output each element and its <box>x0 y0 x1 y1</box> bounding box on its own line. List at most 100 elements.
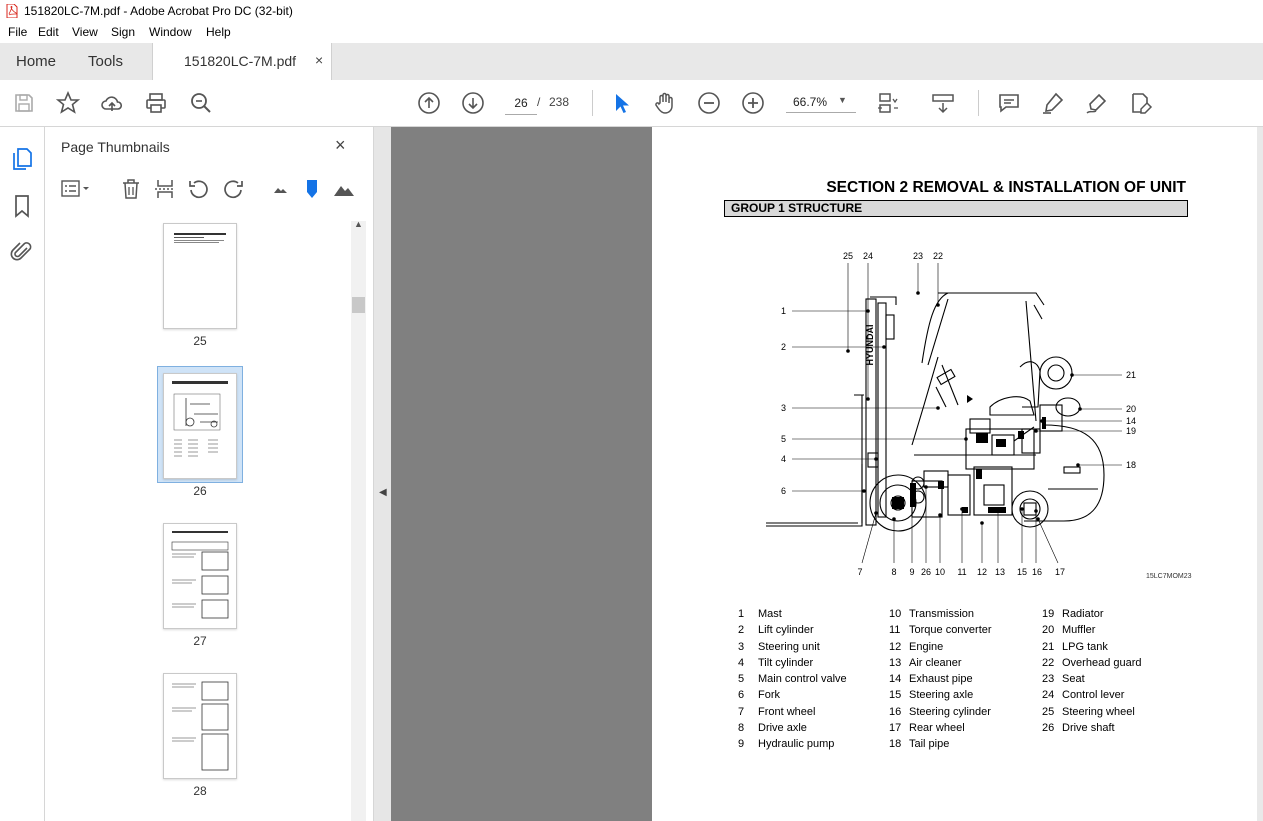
callout-label: 25 <box>843 251 853 261</box>
previous-page-icon[interactable] <box>417 91 441 115</box>
page-thumbnails-icon[interactable] <box>10 147 34 171</box>
section-title: SECTION 2 REMOVAL & INSTALLATION OF UNIT <box>826 179 1186 196</box>
diagram-brand-label: HYUNDAI <box>865 324 875 365</box>
list-item: 24 Control lever <box>1042 689 1125 702</box>
menu-bar: File Edit View Sign Window Help <box>0 22 1263 43</box>
extract-page-icon[interactable] <box>154 178 176 200</box>
zoom-in-icon[interactable] <box>741 91 765 115</box>
save-icon[interactable] <box>12 91 36 115</box>
thumbnail-page-25[interactable] <box>163 223 237 329</box>
list-item: 16 Steering cylinder <box>889 705 991 718</box>
page-fit-icon[interactable] <box>876 91 900 115</box>
parts-column-3: 19 Radiator 20 Muffler 21 LPG tank 22 Overhe… <box>1042 608 1192 738</box>
zoom-out-icon[interactable] <box>697 91 721 115</box>
menu-file[interactable]: File <box>8 25 27 39</box>
rotate-counterclockwise-icon[interactable] <box>188 178 210 200</box>
chevron-down-icon: ▼ <box>838 95 847 105</box>
menu-edit[interactable]: Edit <box>38 25 59 39</box>
list-item: 21 LPG tank <box>1042 640 1108 653</box>
hand-tool-icon[interactable] <box>653 91 677 115</box>
close-icon[interactable]: × <box>335 135 346 156</box>
list-item: 26 Drive shaft <box>1042 722 1115 735</box>
bookmark-icon[interactable] <box>10 194 34 218</box>
callout-label: 5 <box>781 434 786 444</box>
page-number-input[interactable] <box>505 92 537 115</box>
group-title: GROUP 1 STRUCTURE <box>731 201 863 215</box>
callout-label: 16 <box>1032 567 1042 577</box>
menu-sign[interactable]: Sign <box>111 25 135 39</box>
zoom-in-thumbnail-icon[interactable] <box>333 178 355 200</box>
thumbnails-panel: Page Thumbnails × 25 26 27 28 ▲ <box>45 127 374 821</box>
delete-page-icon[interactable] <box>120 178 142 200</box>
sign-pen-icon[interactable] <box>1085 91 1109 115</box>
list-item: 10 Transmission <box>889 608 974 620</box>
list-item: 23 Seat <box>1042 673 1085 686</box>
zoom-dropdown[interactable]: 66.7% ▼ <box>786 92 856 113</box>
thumbnail-page-27[interactable] <box>163 523 237 629</box>
rotate-clockwise-icon[interactable] <box>222 178 244 200</box>
bookmark-star-icon[interactable] <box>55 90 81 115</box>
chevron-left-icon: ◀ <box>379 487 387 498</box>
tab-tools[interactable]: Tools <box>88 53 123 70</box>
panel-title: Page Thumbnails <box>61 139 170 155</box>
callout-label: 1 <box>781 306 786 316</box>
forklift-structure-diagram: HYUNDAI 25 24 23 22 1 2 3 5 4 6 21 20 14… <box>766 251 1136 577</box>
scrolling-mode-icon[interactable] <box>931 91 955 115</box>
toolbar: / 238 66.7% ▼ <box>0 80 1263 127</box>
list-item: 18 Tail pipe <box>889 738 950 751</box>
menu-window[interactable]: Window <box>149 25 192 39</box>
list-item: 9 Hydraulic pump <box>738 738 835 751</box>
comment-icon[interactable] <box>997 91 1021 115</box>
list-item: 2 Lift cylinder <box>738 624 814 637</box>
callout-label: 13 <box>995 567 1005 577</box>
thumbnail-page-28[interactable] <box>163 673 237 779</box>
thumbnail-label: 28 <box>193 784 207 798</box>
upload-cloud-icon[interactable] <box>100 91 124 115</box>
fill-sign-icon[interactable] <box>1129 91 1153 115</box>
chevron-up-icon[interactable]: ▲ <box>354 219 363 229</box>
print-icon[interactable] <box>144 91 168 115</box>
parts-column-2: 10 Transmission 11 Torque converter 12 Engi… <box>889 608 1039 755</box>
page-separator: / <box>537 95 541 109</box>
menu-help[interactable]: Help <box>206 25 231 39</box>
list-item: 12 Engine <box>889 640 944 653</box>
zoom-out-thumbnail-icon[interactable] <box>270 178 292 200</box>
tab-close-icon[interactable]: × <box>315 52 323 68</box>
callout-label: 9 <box>909 567 914 577</box>
tab-document[interactable]: 151820LC-7M.pdf × <box>152 43 332 80</box>
callout-label: 3 <box>781 403 786 413</box>
callout-label: 8 <box>891 567 896 577</box>
find-zoom-icon[interactable] <box>189 91 213 115</box>
callout-label: 6 <box>781 486 786 496</box>
thumbnail-scrollbar[interactable]: ▲ <box>351 219 366 821</box>
left-rail <box>0 127 45 821</box>
callout-label: 10 <box>935 567 945 577</box>
window-title: 151820LC-7M.pdf - Adobe Acrobat Pro DC (… <box>24 4 293 18</box>
thumbnail-size-slider[interactable] <box>301 178 323 200</box>
highlight-pen-icon[interactable] <box>1041 91 1065 115</box>
callout-label: 24 <box>863 251 873 261</box>
list-item: 22 Overhead guard <box>1042 656 1142 669</box>
list-item: 8 Drive axle <box>738 722 807 735</box>
thumbnail-options-icon[interactable] <box>61 178 91 200</box>
scrollbar-thumb[interactable] <box>352 297 365 313</box>
attachment-icon[interactable] <box>10 240 34 264</box>
group-header: GROUP 1 STRUCTURE <box>724 200 1188 217</box>
next-page-icon[interactable] <box>461 91 485 115</box>
document-scrollbar[interactable] <box>1257 127 1263 821</box>
list-item: 5 Main control valve <box>738 673 847 686</box>
list-item: 25 Steering wheel <box>1042 705 1135 718</box>
thumbnail-page-26[interactable] <box>163 373 237 479</box>
callout-label: 11 <box>957 567 966 577</box>
tab-home[interactable]: Home <box>16 53 56 70</box>
select-pointer-icon[interactable] <box>609 91 633 115</box>
callout-label: 21 <box>1126 370 1136 380</box>
callout-label: 14 <box>1126 416 1136 426</box>
callout-label: 18 <box>1126 460 1136 470</box>
list-item: 3 Steering unit <box>738 640 820 653</box>
callout-label: 7 <box>857 567 862 577</box>
panel-collapse-handle[interactable]: ◀ <box>374 127 391 821</box>
list-item: 14 Exhaust pipe <box>889 673 973 686</box>
menu-view[interactable]: View <box>72 25 98 39</box>
list-item: 7 Front wheel <box>738 705 816 718</box>
